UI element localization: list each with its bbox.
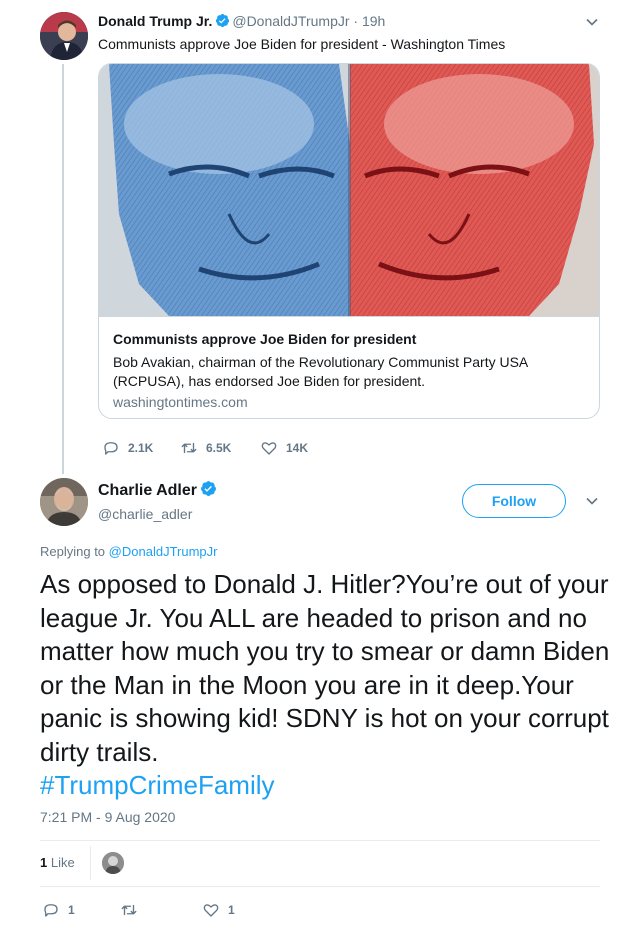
avatar[interactable] xyxy=(40,478,88,526)
reply-count: 1 xyxy=(68,903,75,917)
replying-to-link[interactable]: @DonaldJTrumpJr xyxy=(109,544,218,559)
parent-tweet[interactable]: Donald Trump Jr. @DonaldJTrumpJr · 19h Co… xyxy=(0,0,640,470)
liker-avatar[interactable] xyxy=(102,852,124,874)
like-count: 14K xyxy=(286,441,309,455)
separator-dot: · xyxy=(353,13,359,29)
likes-count[interactable]: 1 Like xyxy=(40,855,75,870)
tweet-text: Communists approve Joe Biden for preside… xyxy=(98,36,506,52)
reply-count: 2.1K xyxy=(128,441,154,455)
like-button[interactable]: 1 xyxy=(202,900,235,920)
link-card[interactable]: Communists approve Joe Biden for preside… xyxy=(98,63,600,419)
tweet-timestamp[interactable]: 7:21 PM - 9 Aug 2020 xyxy=(40,808,175,826)
replying-prefix: Replying to xyxy=(40,544,106,559)
card-image xyxy=(99,64,599,316)
reply-button[interactable]: 2.1K xyxy=(102,438,153,458)
heart-icon xyxy=(261,442,277,455)
author-name[interactable]: Donald Trump Jr. xyxy=(98,13,212,29)
follow-button[interactable]: Follow xyxy=(462,484,566,518)
hashtag-link[interactable]: #TrumpCrimeFamily xyxy=(40,770,275,800)
likes-number: 1 xyxy=(40,855,48,870)
retweet-icon xyxy=(121,904,137,916)
like-count: 1 xyxy=(228,903,235,917)
tweet-time[interactable]: 19h xyxy=(362,13,385,29)
reply-body: As opposed to Donald J. Hitler?You’re ou… xyxy=(40,569,610,767)
card-title: Communists approve Joe Biden for preside… xyxy=(113,331,417,347)
reply-icon xyxy=(104,442,118,455)
retweet-button[interactable]: 6.5K xyxy=(180,438,231,458)
avatar[interactable] xyxy=(40,12,88,60)
author-handle[interactable]: @charlie_adler xyxy=(98,505,192,523)
replying-to: Replying to @DonaldJTrumpJr xyxy=(40,544,217,560)
tweet-text: As opposed to Donald J. Hitler?You’re ou… xyxy=(40,568,620,803)
verified-badge-icon xyxy=(201,481,216,496)
verified-badge-icon xyxy=(216,13,230,28)
card-body: Communists approve Joe Biden for preside… xyxy=(99,316,599,418)
author-handle[interactable]: @DonaldJTrumpJr xyxy=(232,13,349,29)
card-description: Bob Avakian, chairman of the Revolutiona… xyxy=(113,354,528,389)
retweet-count: 6.5K xyxy=(206,441,232,455)
author-name[interactable]: Charlie Adler xyxy=(98,480,219,501)
card-domain: washingtontimes.com xyxy=(113,394,248,410)
tweet-header: Donald Trump Jr. @DonaldJTrumpJr · 19h xyxy=(98,12,385,30)
tweet-actions: 1 1 xyxy=(40,900,340,920)
reply-icon xyxy=(44,904,58,917)
divider xyxy=(40,840,600,841)
divider xyxy=(40,886,600,887)
likes-label: Like xyxy=(50,855,75,870)
like-button[interactable]: 14K xyxy=(260,438,308,458)
heart-icon xyxy=(203,904,219,917)
chevron-down-icon[interactable] xyxy=(582,12,602,32)
retweet-button[interactable] xyxy=(120,900,146,920)
reply-button[interactable]: 1 xyxy=(42,900,75,920)
divider xyxy=(90,846,91,880)
likes-summary: 1 Like xyxy=(40,846,600,886)
chevron-down-icon[interactable] xyxy=(582,491,602,511)
reply-author-name[interactable]: Charlie Adler xyxy=(98,482,197,499)
retweet-icon xyxy=(181,442,197,454)
